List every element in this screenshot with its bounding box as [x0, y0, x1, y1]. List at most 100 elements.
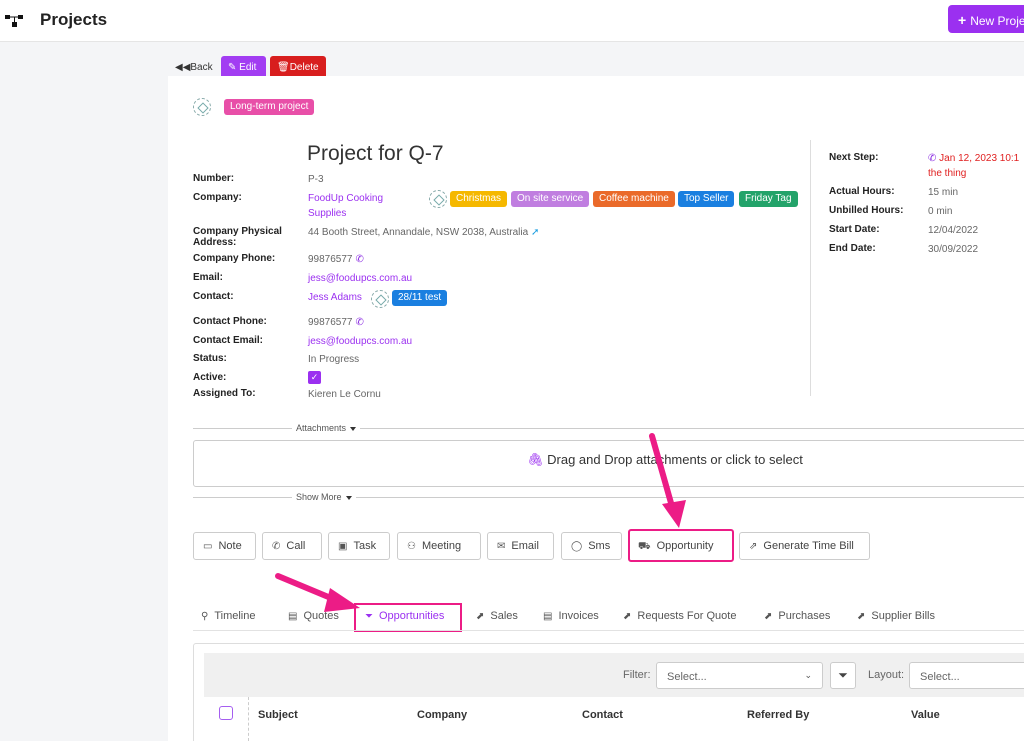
tab-invoices-label: Invoices — [558, 610, 599, 622]
contact-email-label: Contact Email: — [193, 335, 264, 346]
projects-icon — [5, 15, 23, 27]
contact-link[interactable]: Jess Adams — [308, 292, 362, 303]
tab-requests-for-quote[interactable]: ⬈ Requests For Quote — [623, 610, 736, 622]
phone-icon[interactable]: ✆ — [356, 317, 366, 328]
chart-icon: ⬈ — [764, 611, 773, 622]
tab-invoices[interactable]: ▤ Invoices — [543, 610, 599, 622]
column-header-subject[interactable]: Subject — [258, 709, 298, 721]
address-label-line2: Address: — [193, 237, 237, 248]
note-label: Note — [218, 540, 242, 552]
task-button[interactable]: ▣ Task — [328, 532, 390, 560]
call-label: Call — [286, 540, 306, 552]
filter-icon: ⏷ — [365, 611, 373, 622]
plus-icon: + — [958, 12, 967, 28]
phone-icon[interactable]: ✆ — [356, 254, 366, 265]
phone-icon: ✆ — [928, 153, 940, 164]
column-header-contact[interactable]: Contact — [582, 709, 623, 721]
company-link-line1[interactable]: FoodUp Cooking — [308, 193, 383, 204]
next-step-subject: the thing — [928, 168, 967, 179]
tab-timeline-label: Timeline — [214, 610, 256, 622]
contact-phone-value: 99876577 ✆ — [308, 317, 366, 328]
contact-phone-text: 99876577 — [308, 317, 353, 328]
company-tag-on-site-service[interactable]: On site service — [511, 191, 590, 207]
email-button[interactable]: ✉ Email — [487, 532, 554, 560]
actual-hours-value: 15 min — [928, 187, 959, 198]
column-header-company[interactable]: Company — [417, 709, 467, 721]
generate-time-bill-button[interactable]: ⇗ Generate Time Bill — [739, 532, 870, 560]
number-value: P-3 — [308, 174, 324, 185]
address-value: 44 Booth Street, Annandale, NSW 2038, Au… — [308, 227, 539, 238]
company-label: Company: — [193, 192, 242, 203]
new-project-label: New Project — [970, 14, 1024, 28]
contact-label: Contact: — [193, 291, 234, 302]
column-header-value[interactable]: Value — [911, 709, 940, 721]
chat-icon: ◯ — [571, 541, 583, 552]
call-button[interactable]: ✆ Call — [262, 532, 322, 560]
tab-opportunities-label: Opportunities — [379, 610, 445, 622]
project-card — [168, 76, 1024, 741]
tab-supplier-bills[interactable]: ⬈ Supplier Bills — [857, 610, 935, 622]
select-all-checkbox[interactable] — [219, 706, 233, 720]
filter-label: Filter: — [623, 669, 651, 681]
company-link-line2[interactable]: Supplies — [308, 208, 346, 219]
filter-select[interactable]: Select... ⌄ — [656, 662, 823, 689]
attachments-label: Attachments — [296, 423, 347, 433]
map-pin-icon[interactable]: ➚ — [531, 227, 539, 238]
start-date-label: Start Date: — [829, 224, 880, 235]
tab-purchases[interactable]: ⬈ Purchases — [764, 610, 830, 622]
back-label: Back — [190, 62, 213, 73]
chart-icon: ⬈ — [857, 611, 866, 622]
attachments-toggle[interactable]: Attachments — [292, 423, 361, 433]
tab-sales[interactable]: ⬈ Sales — [476, 610, 518, 622]
note-icon: ▭ — [203, 541, 213, 552]
email-label: Email — [511, 540, 539, 552]
status-label: Status: — [193, 353, 227, 364]
sms-button[interactable]: ◯ Sms — [561, 532, 622, 560]
chevron-down-icon: ⌄ — [804, 670, 812, 680]
meeting-button[interactable]: ⚇ Meeting — [397, 532, 481, 560]
tab-opportunities[interactable]: ⏷ Opportunities — [365, 610, 444, 622]
layout-label: Layout: — [868, 669, 905, 681]
timeline-icon: ⚲ — [201, 611, 209, 622]
layout-select[interactable]: Select... — [909, 662, 1024, 689]
paperclip-icon: 🖇 — [527, 452, 548, 467]
number-label: Number: — [193, 173, 235, 184]
active-checkbox[interactable]: ✓ — [308, 371, 321, 384]
unbilled-hours-label: Unbilled Hours: — [829, 205, 904, 216]
note-button[interactable]: ▭ Note — [193, 532, 256, 560]
contact-phone-label: Contact Phone: — [193, 316, 267, 327]
contact-tag[interactable]: 28/11 test — [392, 290, 448, 306]
tab-purchases-label: Purchases — [778, 610, 831, 622]
opportunity-button[interactable]: ⛟ Opportunity — [628, 529, 734, 562]
column-divider — [810, 140, 811, 396]
email-link[interactable]: jess@foodupcs.com.au — [308, 273, 412, 284]
active-label: Active: — [193, 372, 227, 383]
company-tag-top-seller[interactable]: Top Seller — [678, 191, 735, 207]
back-button[interactable]: ◀◀Back — [175, 62, 213, 73]
handshake-icon: ⛟ — [638, 541, 651, 552]
contact-email-link[interactable]: jess@foodupcs.com.au — [308, 336, 412, 347]
filter-placeholder: Select... — [667, 671, 707, 683]
company-tag-coffee-machine[interactable]: Coffee machine — [593, 191, 675, 207]
edit-icon: ✎ — [228, 62, 240, 73]
contact-tag-icon[interactable] — [371, 290, 389, 308]
chart-icon: ⬈ — [476, 611, 485, 622]
tab-sales-label: Sales — [490, 610, 518, 622]
caret-down-icon — [350, 426, 357, 431]
show-more-toggle[interactable]: Show More — [292, 492, 356, 502]
tab-timeline[interactable]: ⚲ Timeline — [201, 610, 256, 622]
company-tag-icon[interactable] — [429, 190, 447, 208]
column-header-referred-by[interactable]: Referred By — [747, 709, 809, 721]
filter-button[interactable]: ⏷ — [830, 662, 856, 689]
annotation-arrow-down — [649, 433, 686, 528]
tab-supplier-bills-label: Supplier Bills — [871, 610, 935, 622]
new-project-button[interactable]: +New Project — [948, 5, 1024, 33]
tag-icon[interactable] — [193, 98, 211, 116]
show-more-label: Show More — [296, 492, 342, 502]
next-step-value[interactable]: ✆ Jan 12, 2023 10:1 — [928, 153, 1019, 164]
company-tag-christmas[interactable]: Christmas — [450, 191, 508, 207]
company-tag-friday-tag[interactable]: Friday Tag — [739, 191, 798, 207]
status-value: In Progress — [308, 354, 360, 365]
project-tag[interactable]: Long-term project — [224, 99, 315, 115]
export-icon: ⇗ — [749, 541, 758, 552]
